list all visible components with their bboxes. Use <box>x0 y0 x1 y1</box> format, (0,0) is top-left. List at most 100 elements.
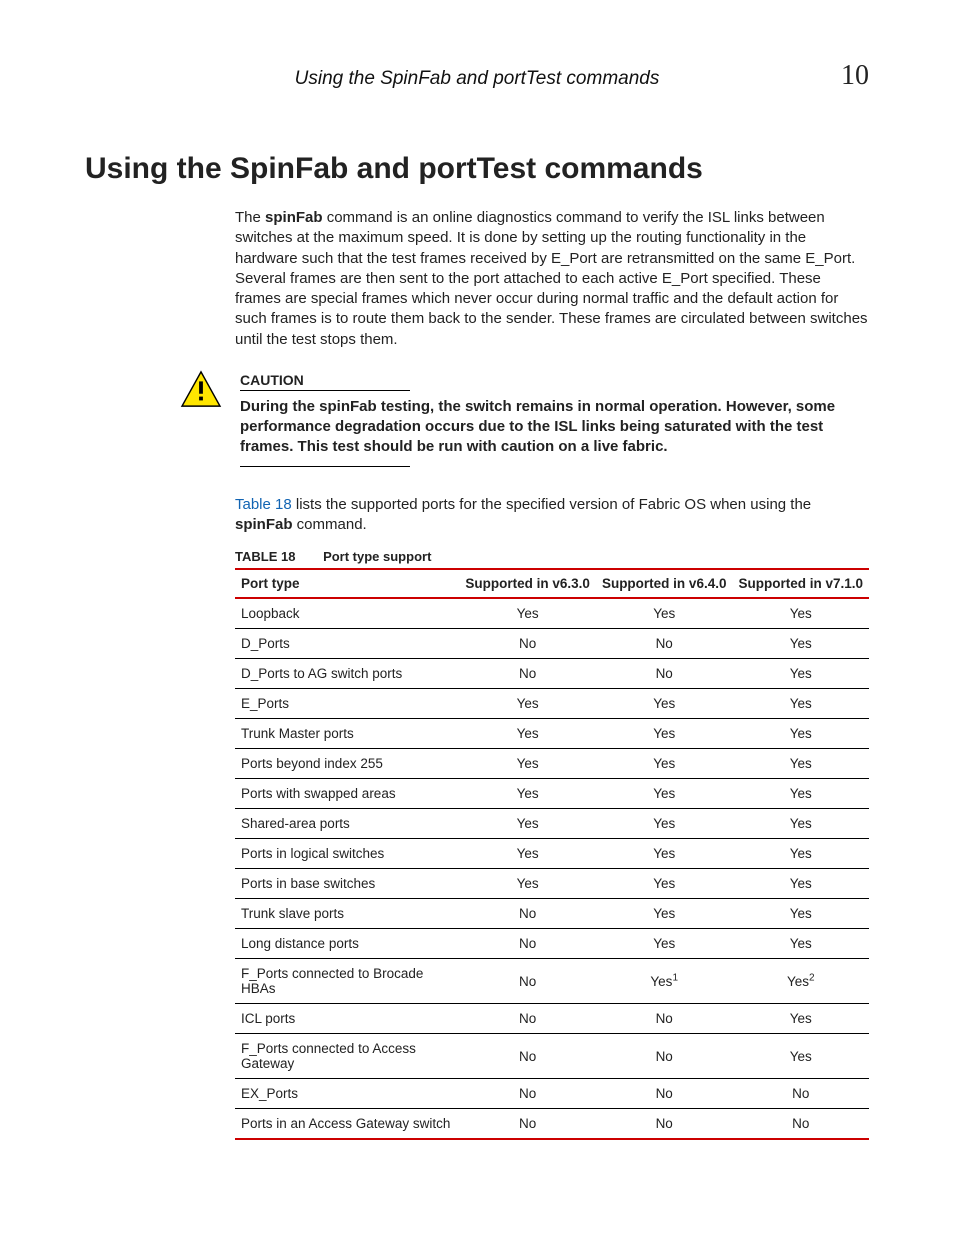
cell-v630: No <box>459 959 596 1004</box>
cell-v710: Yes <box>732 929 869 959</box>
cell-v710: Yes <box>732 869 869 899</box>
cell-v710: Yes <box>732 749 869 779</box>
cell-v630: No <box>459 1004 596 1034</box>
running-header: Using the SpinFab and portTest commands … <box>85 60 869 92</box>
cell-v640: Yes <box>596 929 733 959</box>
cell-v630: No <box>459 899 596 929</box>
table-ref-rest: lists the supported ports for the specif… <box>292 496 811 513</box>
table-link[interactable]: Table 18 <box>235 496 292 513</box>
cell-v640: Yes <box>596 839 733 869</box>
cell-v710: Yes2 <box>732 959 869 1004</box>
th-v710: Supported in v7.1.0 <box>732 569 869 598</box>
cell-port-type: Ports beyond index 255 <box>235 749 459 779</box>
cell-v630: Yes <box>459 598 596 629</box>
cell-port-type: ICL ports <box>235 1004 459 1034</box>
cell-port-type: Trunk Master ports <box>235 719 459 749</box>
table-ref-paragraph: Table 18 lists the supported ports for t… <box>235 495 869 536</box>
cell-v640: No <box>596 1004 733 1034</box>
cell-v640: Yes1 <box>596 959 733 1004</box>
table-ref-bold: spinFab <box>235 516 293 533</box>
port-type-table: Port type Supported in v6.3.0 Supported … <box>235 568 869 1140</box>
cell-v640: No <box>596 1079 733 1109</box>
table-caption-label: TABLE 18 <box>235 549 295 564</box>
cell-v710: Yes <box>732 809 869 839</box>
intro-prefix: The <box>235 209 265 226</box>
intro-bold-command: spinFab <box>265 209 323 226</box>
running-title: Using the SpinFab and portTest commands <box>125 68 829 90</box>
cell-v630: No <box>459 1109 596 1140</box>
cell-port-type: Shared-area ports <box>235 809 459 839</box>
cell-port-type: Trunk slave ports <box>235 899 459 929</box>
table-row: D_PortsNoNoYes <box>235 629 869 659</box>
table-row: Ports in an Access Gateway switchNoNoNo <box>235 1109 869 1140</box>
table-header-row: Port type Supported in v6.3.0 Supported … <box>235 569 869 598</box>
table-row: Trunk slave portsNoYesYes <box>235 899 869 929</box>
cell-v630: Yes <box>459 689 596 719</box>
cell-v630: Yes <box>459 779 596 809</box>
cell-port-type: Long distance ports <box>235 929 459 959</box>
cell-v640: Yes <box>596 809 733 839</box>
table-row: Ports in logical switchesYesYesYes <box>235 839 869 869</box>
cell-port-type: Ports in an Access Gateway switch <box>235 1109 459 1140</box>
cell-v630: Yes <box>459 749 596 779</box>
cell-port-type: D_Ports <box>235 629 459 659</box>
cell-v710: Yes <box>732 1034 869 1079</box>
cell-v630: Yes <box>459 809 596 839</box>
cell-v630: No <box>459 1034 596 1079</box>
cell-port-type: F_Ports connected to Brocade HBAs <box>235 959 459 1004</box>
cell-port-type: EX_Ports <box>235 1079 459 1109</box>
table-caption-title: Port type support <box>323 549 431 564</box>
cell-port-type: D_Ports to AG switch ports <box>235 659 459 689</box>
cell-v630: No <box>459 929 596 959</box>
page: Using the SpinFab and portTest commands … <box>0 0 954 1235</box>
section-title: Using the SpinFab and portTest commands <box>85 152 869 186</box>
table-row: Ports with swapped areasYesYesYes <box>235 779 869 809</box>
cell-v640: Yes <box>596 719 733 749</box>
cell-port-type: Loopback <box>235 598 459 629</box>
table-caption: TABLE 18 Port type support <box>235 549 869 564</box>
table-row: Trunk Master portsYesYesYes <box>235 719 869 749</box>
cell-v710: Yes <box>732 598 869 629</box>
caution-icon <box>180 370 222 408</box>
table-row: F_Ports connected to Access GatewayNoNoY… <box>235 1034 869 1079</box>
table-row: F_Ports connected to Brocade HBAsNoYes1Y… <box>235 959 869 1004</box>
table-row: Shared-area portsYesYesYes <box>235 809 869 839</box>
cell-v710: No <box>732 1109 869 1140</box>
caution-body: During the spinFab testing, the switch r… <box>240 397 869 458</box>
th-port-type: Port type <box>235 569 459 598</box>
table-row: E_PortsYesYesYes <box>235 689 869 719</box>
footnote-ref: 2 <box>809 972 815 983</box>
cell-v710: No <box>732 1079 869 1109</box>
table-row: EX_PortsNoNoNo <box>235 1079 869 1109</box>
table-ref-tail: command. <box>293 516 367 533</box>
cell-v710: Yes <box>732 719 869 749</box>
cell-v640: No <box>596 1109 733 1140</box>
cell-v630: Yes <box>459 839 596 869</box>
cell-v640: Yes <box>596 598 733 629</box>
th-v630: Supported in v6.3.0 <box>459 569 596 598</box>
cell-v640: No <box>596 1034 733 1079</box>
cell-port-type: Ports in base switches <box>235 869 459 899</box>
cell-v640: Yes <box>596 779 733 809</box>
cell-v640: Yes <box>596 869 733 899</box>
table-row: Long distance portsNoYesYes <box>235 929 869 959</box>
intro-rest: command is an online diagnostics command… <box>235 209 868 348</box>
cell-v640: Yes <box>596 689 733 719</box>
cell-v630: Yes <box>459 869 596 899</box>
intro-block: The spinFab command is an online diagnos… <box>235 208 869 350</box>
cell-v640: Yes <box>596 749 733 779</box>
cell-v630: No <box>459 659 596 689</box>
cell-v630: Yes <box>459 719 596 749</box>
table-row: ICL portsNoNoYes <box>235 1004 869 1034</box>
table-row: D_Ports to AG switch portsNoNoYes <box>235 659 869 689</box>
caution-block: CAUTION During the spinFab testing, the … <box>85 372 869 485</box>
cell-v710: Yes <box>732 629 869 659</box>
cell-v710: Yes <box>732 839 869 869</box>
table-row: Ports beyond index 255YesYesYes <box>235 749 869 779</box>
table-ref-block: Table 18 lists the supported ports for t… <box>235 495 869 1141</box>
caution-end-rule <box>240 466 410 467</box>
cell-v710: Yes <box>732 659 869 689</box>
cell-v630: No <box>459 1079 596 1109</box>
cell-v710: Yes <box>732 1004 869 1034</box>
cell-v710: Yes <box>732 899 869 929</box>
